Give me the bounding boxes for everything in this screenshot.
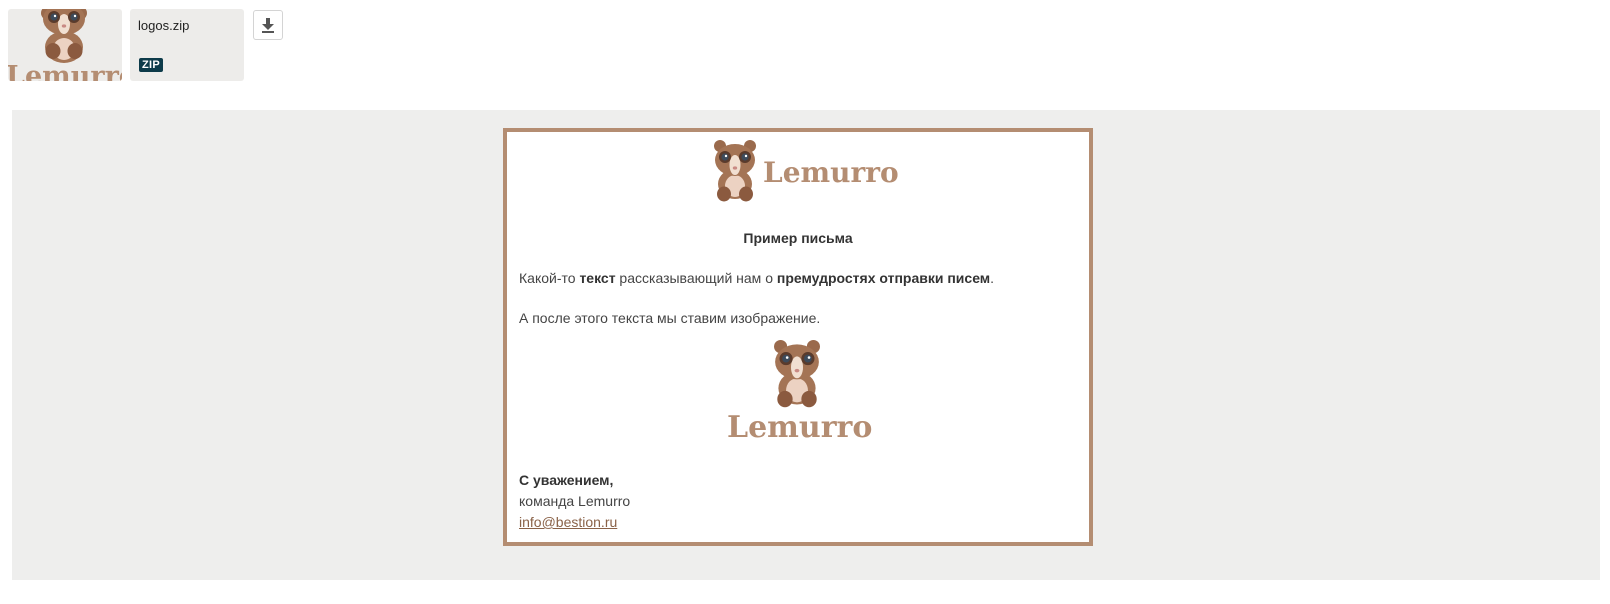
email-body: Lemurro Пример письма Какой-то текст рас… <box>503 128 1093 546</box>
brand-logo: Lemurro <box>711 140 899 204</box>
paragraph-bold-text: текст <box>579 270 616 286</box>
attachment-image-thumbnail[interactable]: Lemurro <box>8 9 122 81</box>
signature-greeting: С уважением, <box>519 472 614 488</box>
attachment-file-name: logos.zip <box>138 18 190 33</box>
attachment-file-card[interactable]: logos.zip ZIP <box>130 9 244 81</box>
file-type-badge: ZIP <box>139 58 164 72</box>
signature-email-link[interactable]: info@bestion.ru <box>519 514 617 530</box>
brand-logo-text: Lemurro <box>763 156 899 189</box>
email-subject-heading: Пример письма <box>743 230 853 246</box>
email-paragraph-1: Какой-то текст рассказывающий нам о прем… <box>519 270 994 286</box>
email-paragraph-2: А после этого текста мы ставим изображен… <box>519 310 821 326</box>
email-image-logo-text: Lemurro <box>727 410 873 445</box>
mail-preview-area: Lemurro Пример письма Какой-то текст рас… <box>12 110 1600 580</box>
paragraph-text: . <box>990 270 995 286</box>
signature-team: команда Lemurro <box>519 493 631 509</box>
lemur-mascot-icon <box>774 340 820 408</box>
paragraph-bold-text: премудростях отправки писем <box>776 270 991 286</box>
paragraph-text: рассказывающий нам о <box>615 270 777 286</box>
download-button[interactable] <box>253 10 283 40</box>
lemur-mascot-icon <box>714 140 756 202</box>
download-icon <box>262 18 274 33</box>
paragraph-text: Какой-то <box>519 270 580 286</box>
email-image: Lemurro <box>727 340 873 450</box>
thumbnail-logo-text: Lemurro <box>8 61 122 81</box>
